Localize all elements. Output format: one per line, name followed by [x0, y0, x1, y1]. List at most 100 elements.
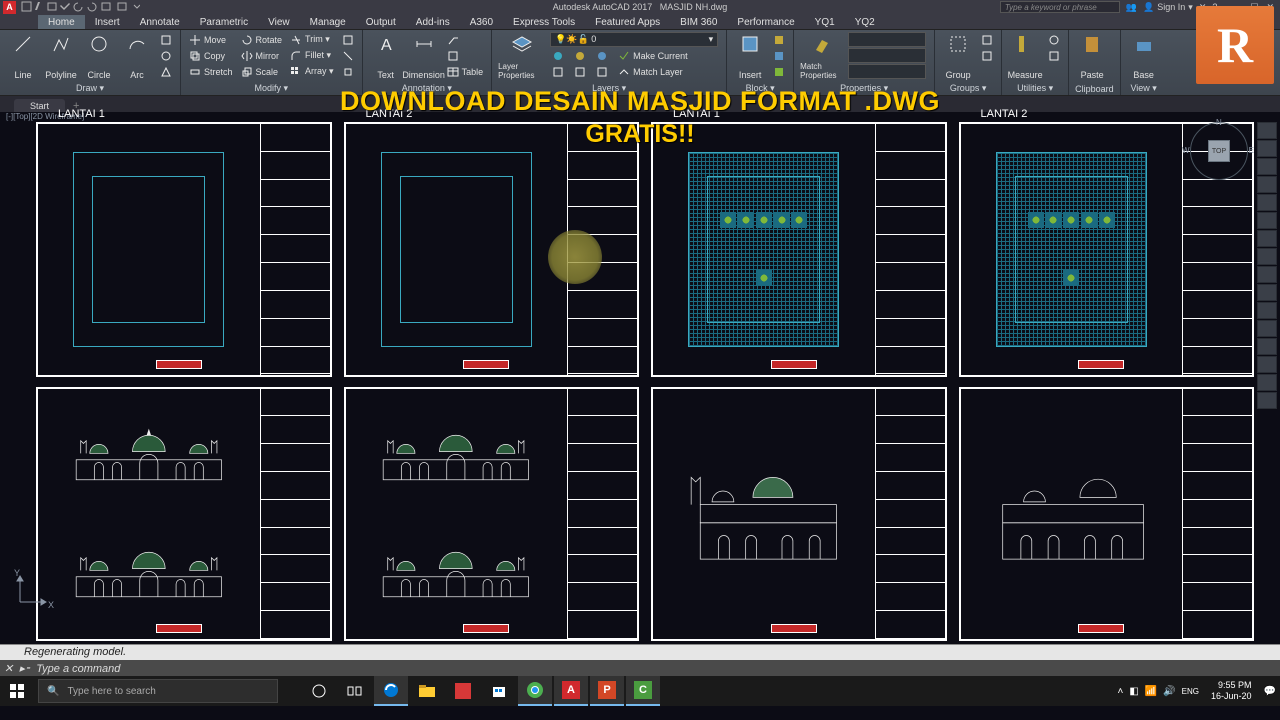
match-properties-button[interactable]: Match Properties [800, 32, 844, 80]
layer-tool-3[interactable] [594, 48, 610, 63]
block-tool-2[interactable] [771, 48, 787, 63]
scale-button[interactable]: Scale [239, 64, 285, 79]
tray-chevron-icon[interactable]: ˄ [1117, 686, 1123, 697]
group-button[interactable]: Group [941, 32, 975, 80]
tab-express[interactable]: Express Tools [503, 15, 585, 29]
camtasia-icon[interactable]: C [626, 676, 660, 706]
layer-tool-2[interactable] [572, 48, 588, 63]
start-button[interactable] [0, 676, 34, 706]
layer-tool-5[interactable] [572, 64, 588, 79]
signin-button[interactable]: 👤Sign In▾ [1143, 2, 1193, 13]
copy-button[interactable]: Copy [187, 48, 235, 63]
tab-insert[interactable]: Insert [85, 15, 130, 29]
tab-addins[interactable]: Add-ins [406, 15, 460, 29]
app-icon[interactable]: A [3, 1, 16, 14]
tray-app-icon[interactable]: ◧ [1129, 686, 1138, 697]
explorer-icon[interactable] [410, 676, 444, 706]
polyline-button[interactable]: Polyline [44, 32, 78, 80]
infocenter-icon[interactable]: 👥 [1126, 2, 1137, 13]
arc-button[interactable]: Arc [120, 32, 154, 80]
tab-view[interactable]: View [258, 15, 300, 29]
group-tool-2[interactable] [979, 48, 995, 63]
command-input[interactable]: ✕ ▸⁃ Type a command [0, 660, 1280, 677]
insert-button[interactable]: Insert [733, 32, 767, 80]
measure-button[interactable]: Measure [1008, 32, 1042, 80]
clock[interactable]: 9:55 PM 16-Jun-20 [1205, 680, 1258, 702]
app-icon-red[interactable] [446, 676, 480, 706]
layer-combo[interactable]: 💡☀️🔓 0▾ [550, 32, 718, 47]
tab-manage[interactable]: Manage [300, 15, 356, 29]
tab-home[interactable]: Home [38, 15, 85, 29]
rotate-button[interactable]: Rotate [239, 32, 285, 47]
taskbar-search[interactable]: 🔍 Type here to search [38, 679, 278, 703]
tab-yq1[interactable]: YQ1 [805, 15, 845, 29]
circle-button[interactable]: Circle [82, 32, 116, 80]
tab-performance[interactable]: Performance [727, 15, 804, 29]
panel-draw: Line Polyline Circle Arc Draw ▾ [0, 30, 181, 95]
modify-flyout-2[interactable] [340, 48, 356, 63]
ucs-icon[interactable]: Y X [12, 570, 52, 612]
mirror-button[interactable]: Mirror [239, 48, 285, 63]
tab-a360[interactable]: A360 [460, 15, 503, 29]
group-tool-1[interactable] [979, 32, 995, 47]
linetype-combo[interactable] [848, 64, 926, 79]
drawing-viewport[interactable]: [-][Top][2D Wireframe] LANTAI 1 LANTAI 2… [0, 112, 1280, 644]
command-line[interactable]: Regenerating model. ✕ ▸⁃ Type a command [0, 644, 1280, 676]
layer-tool-6[interactable] [594, 64, 610, 79]
modify-flyout-1[interactable] [340, 32, 356, 47]
block-tool-3[interactable] [771, 64, 787, 79]
tab-parametric[interactable]: Parametric [190, 15, 258, 29]
dimension-button[interactable]: Dimension [407, 32, 441, 80]
edge-icon[interactable] [374, 676, 408, 706]
block-tool-1[interactable] [771, 32, 787, 47]
layer-tool-1[interactable] [550, 48, 566, 63]
powerpoint-icon[interactable]: P [590, 676, 624, 706]
annot-flyout[interactable] [445, 48, 486, 63]
paste-button[interactable]: Paste [1075, 32, 1109, 80]
tab-bim360[interactable]: BIM 360 [670, 15, 727, 29]
util-tool-2[interactable] [1046, 48, 1062, 63]
array-button[interactable]: Array ▾ [288, 64, 336, 79]
table-button[interactable]: Table [445, 64, 486, 79]
taskview-icon[interactable] [338, 676, 372, 706]
util-tool-1[interactable] [1046, 32, 1062, 47]
layer-tool-4[interactable] [550, 64, 566, 79]
chrome-icon[interactable] [518, 676, 552, 706]
wifi-icon[interactable]: 📶 [1145, 686, 1157, 697]
text-button[interactable]: AText [369, 32, 403, 80]
store-icon[interactable] [482, 676, 516, 706]
draw-flyout-2[interactable] [158, 48, 174, 63]
help-search[interactable]: Type a keyword or phrase [1000, 1, 1120, 13]
stretch-button[interactable]: Stretch [187, 64, 235, 79]
draw-flyout-3[interactable] [158, 64, 174, 79]
tab-output[interactable]: Output [356, 15, 406, 29]
quick-access-toolbar[interactable] [20, 1, 140, 14]
lineweight-combo[interactable] [848, 48, 926, 63]
tab-yq2[interactable]: YQ2 [845, 15, 885, 29]
tab-featured[interactable]: Featured Apps [585, 15, 670, 29]
language-icon[interactable]: ENG [1182, 687, 1199, 696]
notifications-icon[interactable]: 💬 [1264, 686, 1276, 697]
command-history: Regenerating model. [0, 645, 1280, 660]
base-button[interactable]: Base [1127, 32, 1161, 80]
draw-flyout-1[interactable] [158, 32, 174, 47]
system-tray[interactable]: ˄ ◧ 📶 🔊 ENG 9:55 PM 16-Jun-20 💬 [1117, 680, 1280, 702]
autocad-taskbar-icon[interactable]: A [554, 676, 588, 706]
cortana-icon[interactable] [302, 676, 336, 706]
line-button[interactable]: Line [6, 32, 40, 80]
navigation-bar[interactable] [1257, 122, 1277, 409]
match-layer-button[interactable]: Match Layer [616, 64, 685, 79]
fillet-button[interactable]: Fillet ▾ [288, 48, 336, 63]
trim-button[interactable]: Trim ▾ [288, 32, 336, 47]
tab-annotate[interactable]: Annotate [130, 15, 190, 29]
window-title: Autodesk AutoCAD 2017 MASJID NH.dwg [553, 2, 728, 12]
modify-flyout-3[interactable] [340, 64, 356, 79]
leader-button[interactable] [445, 32, 486, 47]
color-combo[interactable] [848, 32, 926, 47]
volume-icon[interactable]: 🔊 [1163, 686, 1175, 697]
make-current-button[interactable]: Make Current [616, 48, 690, 63]
model-space[interactable]: LANTAI 1 LANTAI 2 LANTAI 1 LANTAI 2 [36, 122, 1254, 641]
move-button[interactable]: Move [187, 32, 235, 47]
viewcube[interactable]: TOP N E W [1190, 122, 1248, 180]
layer-properties-button[interactable]: Layer Properties [498, 32, 546, 80]
